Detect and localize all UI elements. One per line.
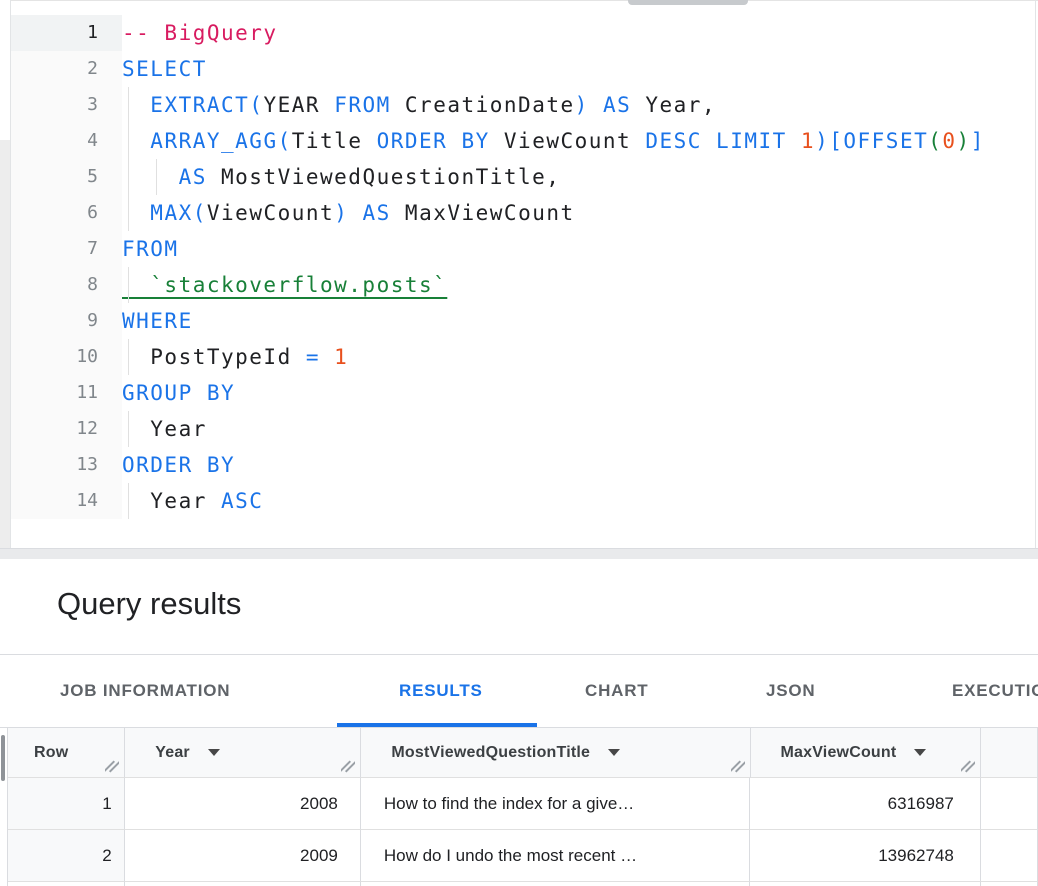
indent-guide — [128, 159, 129, 195]
column-header-label: MaxViewCount — [781, 744, 897, 761]
indent-guide — [128, 123, 129, 159]
code-line-4[interactable]: ARRAY_AGG(Title ORDER BY ViewCount DESC … — [122, 123, 1035, 159]
cell-partial — [125, 882, 361, 886]
code-line-1[interactable]: -- BigQuery — [122, 15, 1035, 51]
bigquery-console: 1234567891011121314 -- BigQuerySELECT EX… — [0, 0, 1038, 886]
column-header-clipped — [981, 728, 1038, 778]
column-header-label: Row — [34, 744, 68, 761]
line-number: 1 — [11, 15, 122, 51]
column-menu-arrow-icon[interactable] — [208, 749, 220, 756]
line-number: 7 — [11, 231, 122, 267]
column-resize-grip[interactable] — [341, 760, 355, 773]
editor-right-border — [1035, 0, 1036, 548]
cell-row: 1 — [8, 778, 125, 830]
cell-year: 2008 — [125, 778, 361, 830]
cell-clipped — [981, 778, 1038, 830]
tab-results[interactable]: RESULTS — [399, 655, 483, 727]
indent-guide — [128, 87, 129, 123]
cell-partial — [981, 882, 1038, 886]
column-menu-arrow-icon[interactable] — [914, 749, 926, 756]
tab-chart[interactable]: CHART — [585, 655, 649, 727]
line-number: 14 — [11, 483, 122, 519]
indent-guide — [156, 159, 157, 195]
line-number: 5 — [11, 159, 122, 195]
line-number: 9 — [11, 303, 122, 339]
table-header-row: Row Year MostViewedQuestionTitle MaxViewCou… — [8, 728, 1038, 778]
column-menu-arrow-icon[interactable] — [608, 749, 620, 756]
cell-mostviewedquestiontitle: How to find the index for a give… — [361, 778, 750, 830]
code-line-10[interactable]: PostTypeId = 1 — [122, 339, 1035, 375]
tab-executio[interactable]: EXECUTIO — [952, 655, 1038, 727]
line-number: 10 — [11, 339, 122, 375]
table-row: 22009How do I undo the most recent …1396… — [8, 830, 1038, 882]
panel-drag-handle[interactable] — [628, 0, 748, 5]
tab-job-information[interactable]: JOB INFORMATION — [60, 655, 230, 727]
indent-guide — [128, 339, 129, 375]
results-table: Row Year MostViewedQuestionTitle MaxViewCou… — [7, 728, 1038, 886]
code-line-8[interactable]: `stackoverflow.posts` — [122, 267, 1035, 303]
table-row-partial — [8, 882, 1038, 886]
column-resize-grip[interactable] — [961, 760, 975, 773]
column-resize-grip[interactable] — [105, 760, 119, 773]
column-header-year[interactable]: Year — [125, 728, 361, 778]
line-number: 6 — [11, 195, 122, 231]
query-results-header: Query results — [0, 559, 1038, 654]
column-header-label: Year — [155, 744, 190, 761]
line-number: 13 — [11, 447, 122, 483]
cell-clipped — [981, 830, 1038, 882]
indent-guide — [128, 267, 129, 303]
column-header-row[interactable]: Row — [8, 728, 125, 778]
line-number: 2 — [11, 51, 122, 87]
code-line-6[interactable]: MAX(ViewCount) AS MaxViewCount — [122, 195, 1035, 231]
code-line-3[interactable]: EXTRACT(YEAR FROM CreationDate) AS Year, — [122, 87, 1035, 123]
cell-mostviewedquestiontitle: How do I undo the most recent … — [361, 830, 750, 882]
code-area[interactable]: -- BigQuerySELECT EXTRACT(YEAR FROM Crea… — [122, 15, 1035, 519]
line-number: 12 — [11, 411, 122, 447]
line-number: 3 — [11, 87, 122, 123]
cell-row: 2 — [8, 830, 125, 882]
sql-editor[interactable]: 1234567891011121314 -- BigQuerySELECT EX… — [0, 0, 1038, 548]
code-line-7[interactable]: FROM — [122, 231, 1035, 267]
cell-maxviewcount: 13962748 — [750, 830, 981, 882]
gutter: 1234567891011121314 — [11, 15, 122, 519]
line-number: 11 — [11, 375, 122, 411]
code-line-11[interactable]: GROUP BY — [122, 375, 1035, 411]
column-header-mostviewedquestiontitle[interactable]: MostViewedQuestionTitle — [361, 728, 750, 778]
code-line-2[interactable]: SELECT — [122, 51, 1035, 87]
cell-partial — [750, 882, 980, 886]
table-row: 12008How to find the index for a give…63… — [8, 778, 1038, 830]
code-line-9[interactable]: WHERE — [122, 303, 1035, 339]
page-title: Query results — [57, 586, 241, 622]
section-divider-band — [0, 548, 1038, 559]
table-body: 12008How to find the index for a give…63… — [8, 778, 1038, 882]
code-line-13[interactable]: ORDER BY — [122, 447, 1035, 483]
indent-guide — [128, 411, 129, 447]
line-number: 4 — [11, 123, 122, 159]
cell-partial — [8, 882, 125, 886]
column-resize-grip[interactable] — [731, 760, 745, 773]
cell-maxviewcount: 6316987 — [750, 778, 981, 830]
editor-top-border — [0, 0, 1038, 1]
cell-partial — [361, 882, 751, 886]
indent-guide — [128, 483, 129, 519]
cell-year: 2009 — [125, 830, 361, 882]
indent-guide — [128, 195, 129, 231]
left-panel-edge-shade — [0, 140, 10, 548]
left-panel-edge — [0, 0, 10, 548]
tab-json[interactable]: JSON — [766, 655, 816, 727]
code-line-5[interactable]: AS MostViewedQuestionTitle, — [122, 159, 1035, 195]
line-number: 8 — [11, 267, 122, 303]
code-line-12[interactable]: Year — [122, 411, 1035, 447]
code-line-14[interactable]: Year ASC — [122, 483, 1035, 519]
results-tabbar: JOB INFORMATION RESULTS CHART JSON EXECUTIO — [0, 654, 1038, 728]
vertical-scrollbar-thumb[interactable] — [1, 735, 5, 781]
column-header-label: MostViewedQuestionTitle — [391, 744, 590, 761]
column-header-maxviewcount[interactable]: MaxViewCount — [751, 728, 981, 778]
